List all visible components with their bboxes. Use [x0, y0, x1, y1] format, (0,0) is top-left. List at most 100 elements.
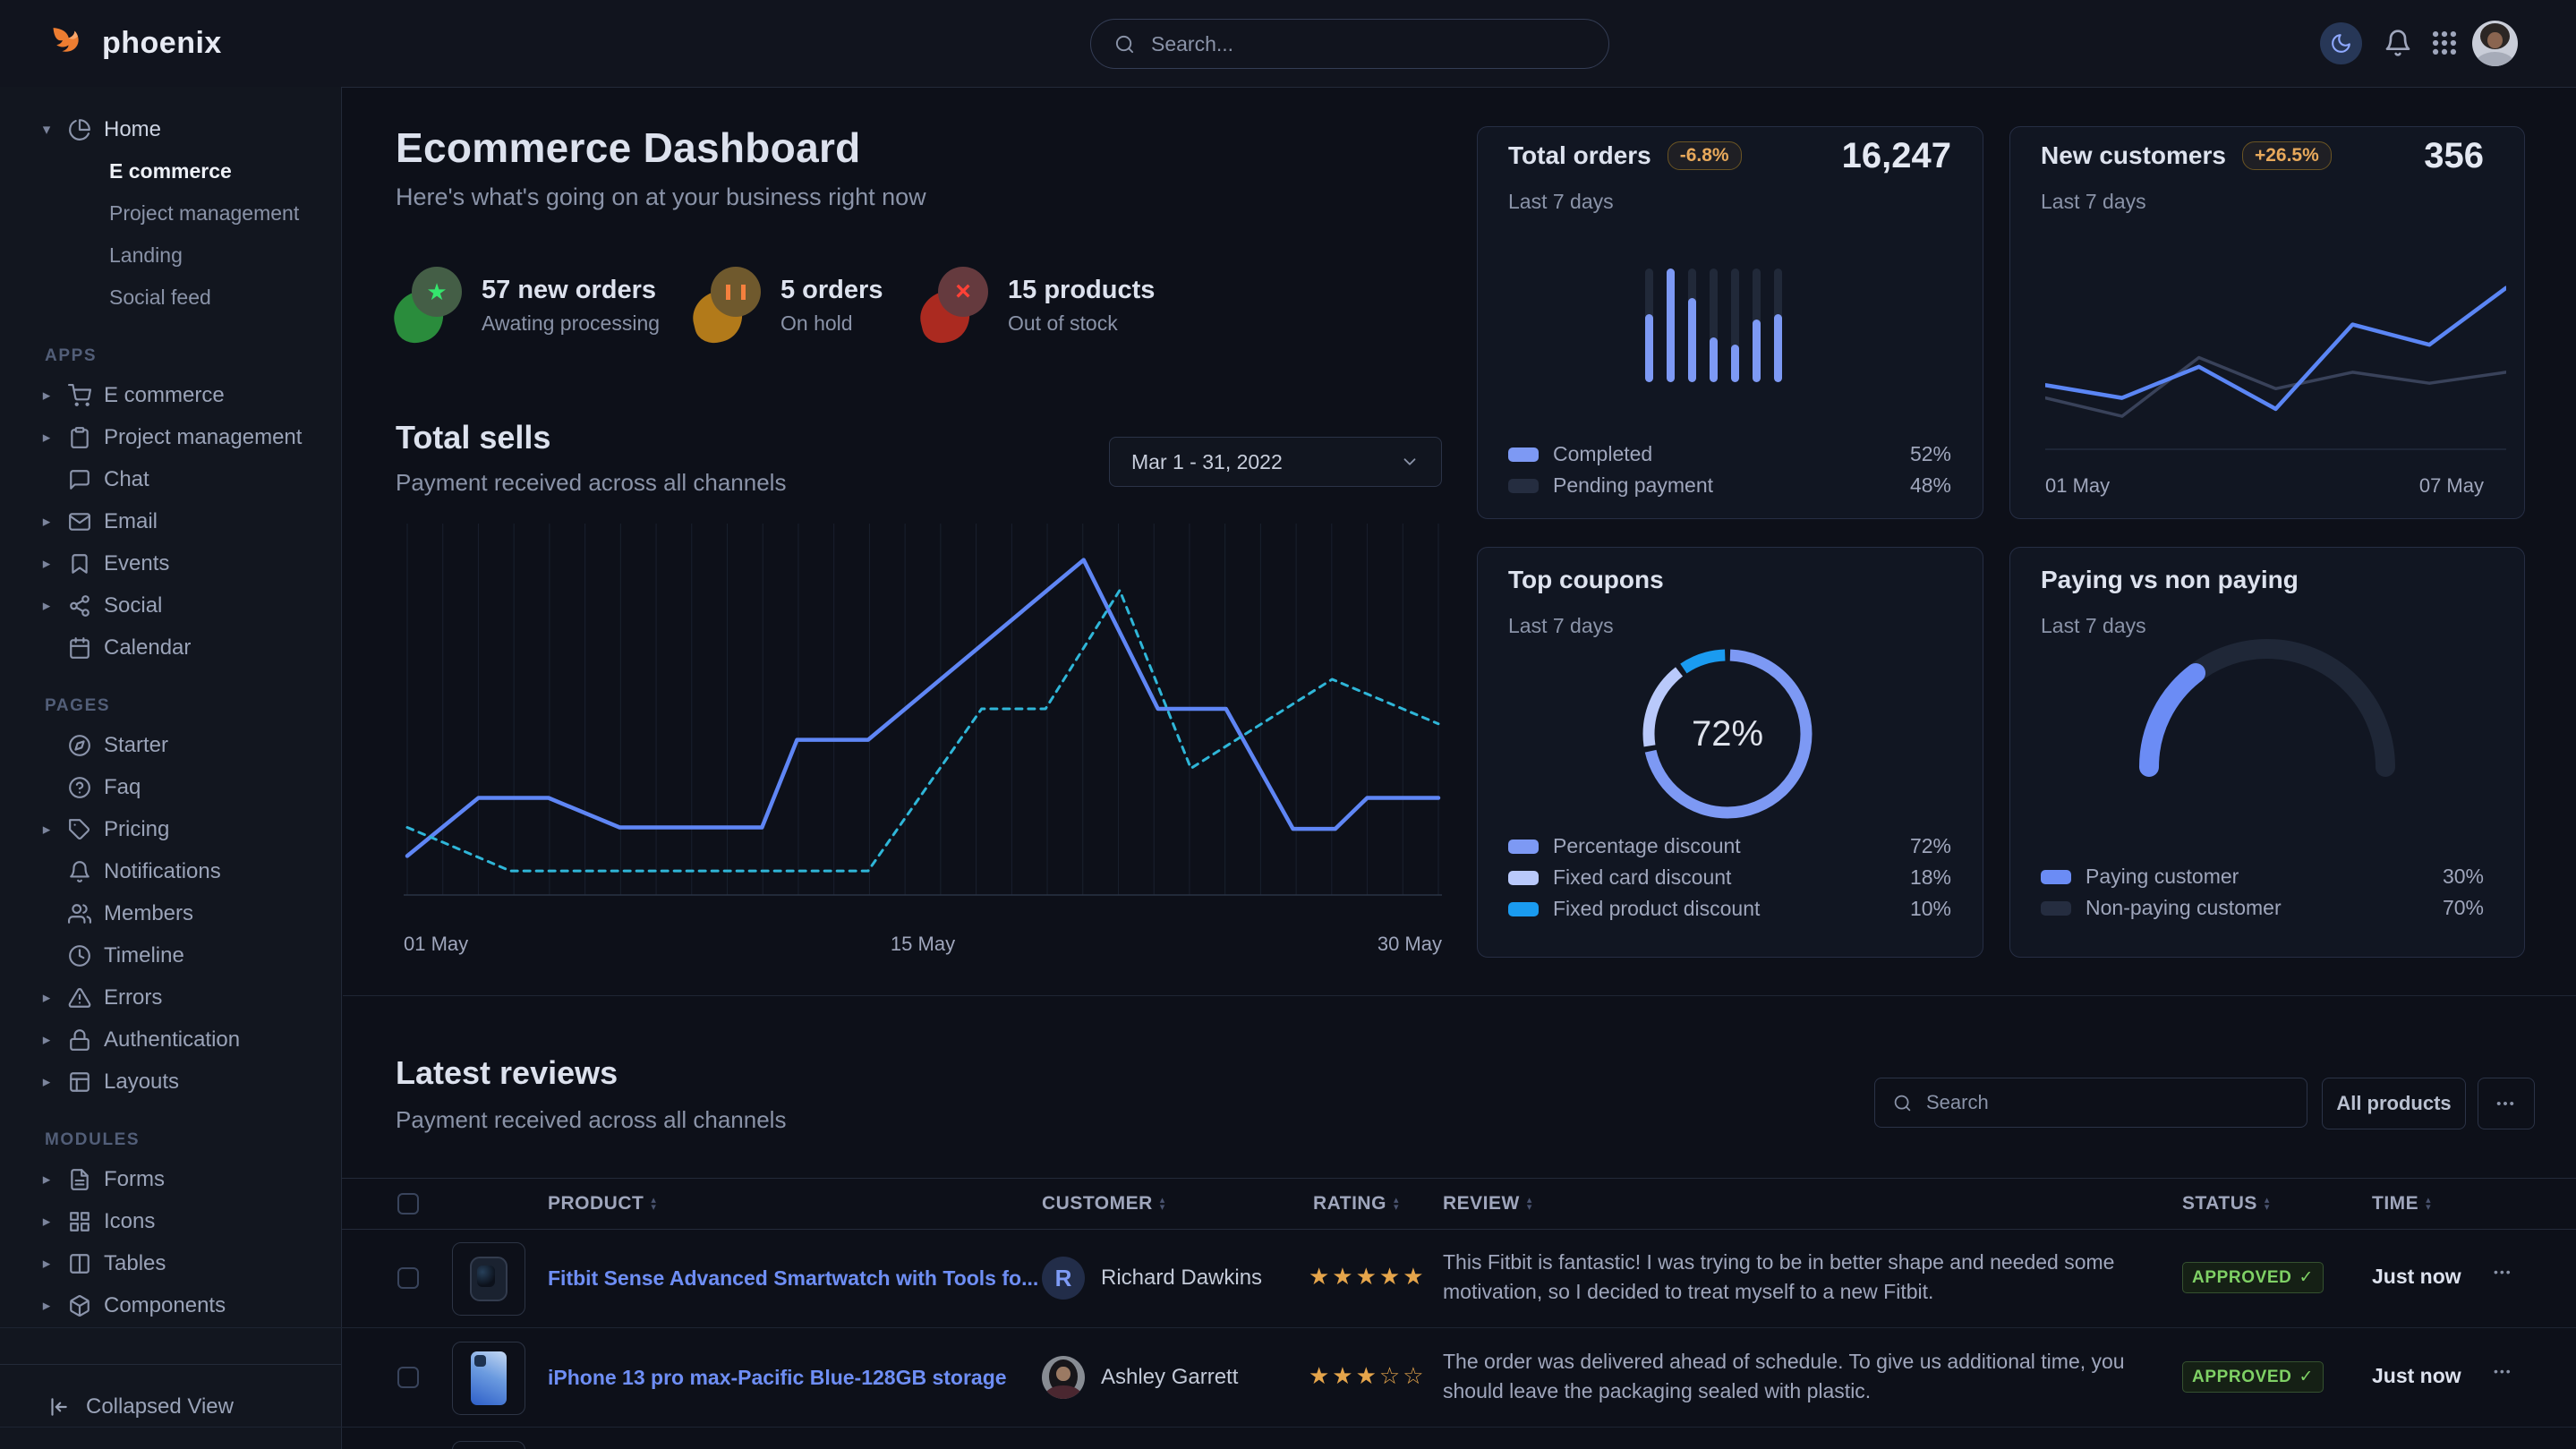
- sidebar-item-starter[interactable]: Starter: [0, 724, 341, 766]
- caret-right-icon: ▸: [38, 555, 55, 573]
- sidebar-item-label: Timeline: [104, 943, 184, 968]
- review-time: Just now: [2372, 1265, 2461, 1289]
- axis-label: 15 May: [887, 933, 959, 956]
- grid-dots-icon: [2429, 28, 2460, 58]
- legend-swatch: [1508, 840, 1539, 854]
- check-icon: ✓: [2299, 1367, 2314, 1387]
- clock-icon: [68, 944, 91, 967]
- alert-triangle-icon: [68, 986, 91, 1010]
- theme-toggle-button[interactable]: [2320, 22, 2362, 64]
- sidebar-item-pricing[interactable]: ▸Pricing: [0, 808, 341, 850]
- row-checkbox[interactable]: [397, 1267, 419, 1289]
- table-row[interactable]: [0, 1428, 2576, 1449]
- column-header-time[interactable]: TIME▴▾: [2372, 1179, 2431, 1229]
- legend-value: 18%: [1910, 865, 1951, 890]
- all-products-button[interactable]: All products: [2322, 1078, 2466, 1129]
- legend-swatch: [1508, 871, 1539, 885]
- total-sells-subtitle: Payment received across all channels: [396, 469, 786, 497]
- row-checkbox[interactable]: [397, 1367, 419, 1388]
- new-customers-chart: [2045, 247, 2506, 466]
- pie-chart-icon: [68, 118, 91, 141]
- star-icon: ★: [394, 267, 462, 344]
- sidebar-item-label: Layouts: [104, 1070, 179, 1095]
- tag-icon: [68, 818, 91, 841]
- total-orders-legend: Completed52%Pending payment48%: [1508, 439, 1951, 501]
- legend-item-non-paying-customer: Non-paying customer70%: [2041, 892, 2484, 924]
- reviews-search: [1874, 1078, 2307, 1128]
- total-orders-period: Last 7 days: [1508, 190, 1614, 214]
- sidebar-item-authentication[interactable]: ▸ Authentication: [0, 1019, 341, 1061]
- cart-icon: [68, 384, 91, 407]
- paying-title: Paying vs non paying: [2041, 566, 2299, 594]
- column-header-product[interactable]: PRODUCT▴▾: [548, 1179, 656, 1229]
- sidebar-item-project-management[interactable]: ▸Project management: [0, 416, 341, 458]
- sidebar-item-timeline[interactable]: Timeline: [0, 934, 341, 976]
- order-bar: [1774, 268, 1782, 382]
- legend-item-paying-customer: Paying customer30%: [2041, 861, 2484, 892]
- review-text: This Fitbit is fantastic! I was trying t…: [1443, 1248, 2132, 1307]
- latest-reviews-subtitle: Payment received across all channels: [396, 1106, 786, 1134]
- search-input[interactable]: [1149, 31, 1585, 57]
- product-link[interactable]: iPhone 13 pro max-Pacific Blue-128GB sto…: [548, 1366, 1007, 1390]
- reviews-search-input[interactable]: [1924, 1090, 2289, 1115]
- product-thumbnail-smartwatch: [452, 1242, 525, 1316]
- paying-gauge-chart: [2115, 618, 2419, 783]
- mail-icon: [68, 510, 91, 533]
- column-header-review[interactable]: REVIEW▴▾: [1443, 1179, 1532, 1229]
- calendar-icon: [68, 636, 91, 660]
- reviews-table-header: PRODUCT▴▾ CUSTOMER▴▾ RATING▴▾ REVIEW▴▾ STATU…: [342, 1178, 2576, 1230]
- row-more-button[interactable]: •••: [2494, 1364, 2512, 1378]
- sidebar-item-layouts[interactable]: ▸Layouts: [0, 1061, 341, 1103]
- date-range-select[interactable]: Mar 1 - 31, 2022: [1109, 437, 1442, 487]
- total-orders-bar-chart: [1645, 268, 1788, 382]
- legend-item-fixed-product-discount: Fixed product discount10%: [1508, 893, 1951, 925]
- sidebar-item-email[interactable]: ▸Email: [0, 500, 341, 542]
- sidebar-item-e-commerce[interactable]: ▸E commerce: [0, 374, 341, 416]
- sidebar-item-home[interactable]: ▾Home: [0, 108, 341, 150]
- sidebar-item-project-management[interactable]: Project management: [0, 192, 341, 234]
- legend-swatch: [1508, 902, 1539, 916]
- table-row[interactable]: Fitbit Sense Advanced Smartwatch with To…: [0, 1229, 2576, 1328]
- sidebar-item-label: Faq: [104, 775, 141, 800]
- bell-icon: [68, 860, 91, 883]
- sidebar-item-label: Authentication: [104, 1027, 240, 1053]
- sidebar-item-social[interactable]: ▸Social: [0, 584, 341, 626]
- sidebar-item-events[interactable]: ▸Events: [0, 542, 341, 584]
- product-link[interactable]: Fitbit Sense Advanced Smartwatch with To…: [548, 1266, 1038, 1291]
- select-all-checkbox[interactable]: [397, 1193, 419, 1215]
- axis-label: 30 May: [1370, 933, 1442, 956]
- x-icon: ×: [920, 267, 988, 344]
- sidebar-item-label: E commerce: [104, 383, 225, 408]
- sidebar-item-errors[interactable]: ▸Errors: [0, 976, 341, 1019]
- status-badge: APPROVED ✓: [2182, 1361, 2324, 1393]
- page-title: Ecommerce Dashboard: [396, 124, 861, 172]
- phoenix-logo[interactable]: phoenix: [48, 0, 222, 87]
- column-header-customer[interactable]: CUSTOMER▴▾: [1042, 1179, 1165, 1229]
- sidebar-item-label: Home: [104, 117, 161, 142]
- sidebar-item-members[interactable]: Members: [0, 892, 341, 934]
- caret-right-icon: ▸: [38, 1031, 55, 1049]
- reviews-more-button[interactable]: •••: [2478, 1078, 2535, 1129]
- apps-menu-button[interactable]: [2429, 28, 2460, 58]
- sidebar-item-faq[interactable]: Faq: [0, 766, 341, 808]
- user-avatar[interactable]: [2472, 21, 2518, 66]
- table-row[interactable]: iPhone 13 pro max-Pacific Blue-128GB sto…: [0, 1328, 2576, 1428]
- sidebar-item-forms[interactable]: ▸Forms: [0, 1158, 341, 1200]
- sidebar-item-landing[interactable]: Landing: [0, 234, 341, 277]
- notifications-button[interactable]: [2381, 26, 2415, 60]
- sidebar-item-social-feed[interactable]: Social feed: [0, 277, 341, 319]
- column-header-status[interactable]: STATUS▴▾: [2182, 1179, 2270, 1229]
- top-coupons-title: Top coupons: [1508, 566, 1664, 594]
- sidebar-item-notifications[interactable]: Notifications: [0, 850, 341, 892]
- column-header-rating[interactable]: RATING▴▾: [1313, 1179, 1399, 1229]
- bookmark-icon: [68, 552, 91, 575]
- chevron-down-icon: [1400, 452, 1420, 472]
- product-thumbnail-iphone: [452, 1342, 525, 1415]
- row-more-button[interactable]: •••: [2494, 1265, 2512, 1279]
- sidebar-item-e-commerce[interactable]: E commerce: [0, 150, 341, 192]
- sidebar-item-chat[interactable]: Chat: [0, 458, 341, 500]
- sidebar-item-label: Social: [104, 593, 162, 618]
- pause-icon: [693, 267, 761, 344]
- sidebar-item-calendar[interactable]: Calendar: [0, 626, 341, 669]
- total-sells-chart: [404, 524, 1442, 922]
